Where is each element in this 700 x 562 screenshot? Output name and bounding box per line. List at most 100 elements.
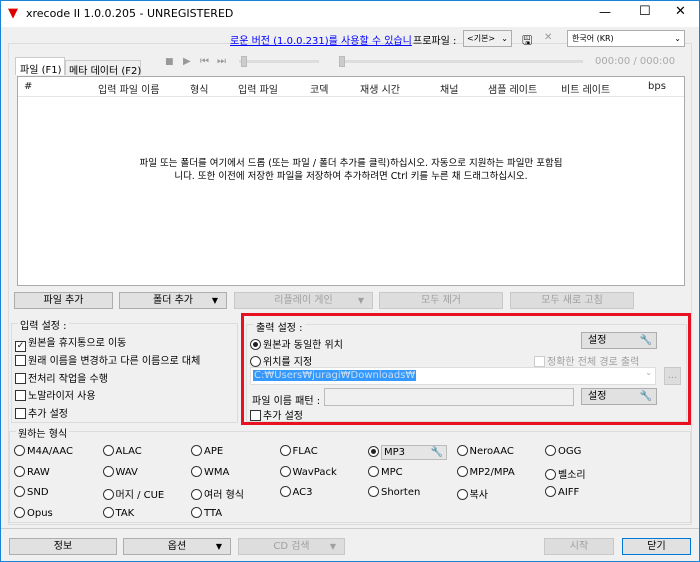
filename-pattern-input[interactable] xyxy=(324,388,574,406)
options-button[interactable]: 옵션 ▼ xyxy=(123,538,231,555)
format-radio-mp3[interactable]: MP3 🔧 xyxy=(368,445,447,460)
column-header[interactable]: 형식 xyxy=(190,81,208,96)
format-radio-wma[interactable]: WMA xyxy=(191,465,229,478)
format-radio-mp2-mpa[interactable]: MP2/MPA xyxy=(456,465,515,478)
radio-icon xyxy=(545,486,556,497)
column-header[interactable]: 입력 파일 이름 xyxy=(98,81,160,96)
format-radio-wavpack[interactable]: WavPack xyxy=(279,465,337,478)
radio-icon xyxy=(368,446,379,457)
output-settings-button[interactable]: 설정 🔧 xyxy=(581,332,657,349)
format-radio--[interactable]: 복사 xyxy=(456,486,488,501)
format-radio-shorten[interactable]: Shorten xyxy=(368,486,420,498)
tab-files[interactable]: 파일 (F1) xyxy=(15,57,65,76)
format-radio-tta[interactable]: TTA xyxy=(191,506,222,519)
minimize-button[interactable]: — xyxy=(599,5,611,19)
wrench-icon: 🔧 xyxy=(639,335,652,346)
tab-metadata[interactable]: 메타 데이터 (F2) xyxy=(65,60,141,77)
mp3-settings-button[interactable]: MP3 🔧 xyxy=(381,445,447,460)
next-icon[interactable]: ⏭ xyxy=(217,56,226,67)
format-radio-flac[interactable]: FLAC xyxy=(279,445,318,457)
browse-button: ... xyxy=(664,367,681,385)
normalizer-checkbox[interactable]: 노말라이저 사용 xyxy=(15,387,96,402)
radio-icon xyxy=(250,339,261,350)
previous-icon[interactable]: ⏮ xyxy=(200,56,209,67)
radio-icon xyxy=(279,465,291,477)
column-header[interactable]: bps xyxy=(648,81,666,92)
format-radio-aiff[interactable]: AIFF xyxy=(545,486,579,498)
format-radio-alac[interactable]: ALAC xyxy=(102,445,142,457)
move-to-trash-checkbox[interactable]: ✓ 원본을 휴지통으로 이동 xyxy=(15,334,126,352)
format-label: M4A/AAC xyxy=(27,446,73,457)
format-label: FLAC xyxy=(292,446,318,457)
radio-icon xyxy=(102,465,114,477)
specify-location-radio[interactable]: 위치를 지정 xyxy=(250,353,312,368)
format-label: RAW xyxy=(27,466,50,478)
maximize-button[interactable]: ☐ xyxy=(639,4,651,19)
same-location-radio[interactable]: 원본과 동일한 위치 xyxy=(250,336,343,351)
save-icon[interactable]: 🖫 xyxy=(522,31,532,52)
column-header[interactable]: 코덱 xyxy=(310,81,328,96)
input-settings-group: 입력 설정 : ✓ 원본을 휴지통으로 이동 원래 이름을 변경하고 다른 이름으… xyxy=(11,317,238,423)
column-header[interactable]: 비트 레이트 xyxy=(561,81,610,96)
column-header[interactable]: 재생 시간 xyxy=(360,81,400,96)
format-label: 머지 / CUE xyxy=(115,490,165,501)
update-link[interactable]: 로운 버전 (1.0.0.231)를 사용할 수 있습니 xyxy=(230,32,412,47)
stop-icon[interactable]: ■ xyxy=(165,57,174,67)
format-radio-ac3[interactable]: AC3 xyxy=(279,486,313,498)
file-list[interactable]: # 입력 파일 이름 형식 입력 파일 코덱 재생 시간 채널 샘플 레이트 비… xyxy=(17,76,685,286)
output-extra-settings-checkbox[interactable]: 추가 설정 xyxy=(250,407,303,422)
close-button[interactable]: 닫기 xyxy=(622,538,691,555)
full-path-checkbox: 정확한 전체 경로 출력 xyxy=(534,353,639,368)
format-radio-ogg[interactable]: OGG xyxy=(545,445,581,457)
format-label: NeroAAC xyxy=(469,446,514,457)
language-select[interactable]: 한국어 (KR) ⌄ xyxy=(567,30,685,47)
checkbox-icon: ✓ xyxy=(15,341,26,352)
format-radio-tak[interactable]: TAK xyxy=(102,506,134,519)
column-header[interactable]: 입력 파일 xyxy=(238,81,278,96)
empty-message-line: 파일 또는 폴더를 여기에서 드롭 (또는 파일 / 폴더 추가를 클릭)하십시… xyxy=(139,158,563,169)
column-header[interactable]: 샘플 레이트 xyxy=(488,81,537,96)
volume-thumb[interactable] xyxy=(241,56,247,67)
format-radio--cue[interactable]: 머지 / CUE xyxy=(102,486,165,501)
format-radio-opus[interactable]: Opus xyxy=(14,506,53,519)
add-file-button[interactable]: 파일 추가 xyxy=(14,292,113,309)
format-radio--[interactable]: 벨소리 xyxy=(545,466,586,481)
format-radio-m4a-aac[interactable]: M4A/AAC xyxy=(14,445,73,457)
add-folder-button[interactable]: 폴더 추가 ▼ xyxy=(119,292,227,309)
checkbox-icon xyxy=(15,408,26,419)
delete-profile-button[interactable]: ✕ xyxy=(544,32,552,43)
format-label: MPC xyxy=(381,466,403,478)
format-radio-wav[interactable]: WAV xyxy=(102,465,138,478)
seek-thumb[interactable] xyxy=(339,56,345,67)
pattern-settings-button[interactable]: 설정 🔧 xyxy=(581,388,657,405)
seek-slider[interactable] xyxy=(339,56,583,67)
format-radio-mpc[interactable]: MPC xyxy=(368,465,403,478)
chevron-down-icon: ⌄ xyxy=(645,368,652,377)
info-button[interactable]: 정보 xyxy=(9,538,117,555)
format-label: Shorten xyxy=(381,487,421,498)
format-radio-snd[interactable]: SND xyxy=(14,486,49,498)
format-radio-ape[interactable]: APE xyxy=(191,445,223,457)
time-display: 000:00 / 000:00 xyxy=(595,56,676,67)
caret-down-icon: ▼ xyxy=(329,542,336,551)
profile-select[interactable]: <기본> ⌄ xyxy=(463,30,512,47)
format-radio-neroaac[interactable]: NeroAAC xyxy=(456,445,514,457)
profile-label: 프로파일 : xyxy=(413,36,457,47)
play-icon[interactable]: ▶ xyxy=(183,56,191,67)
rename-original-checkbox[interactable]: 원래 이름을 변경하고 다른 이름으로 대체 xyxy=(15,352,200,367)
volume-slider[interactable] xyxy=(239,56,319,67)
empty-message-line: 니다. 또한 이전에 저장한 파일을 저장하여 추가하려면 Ctrl 키를 누른… xyxy=(174,171,528,182)
wrench-icon: 🔧 xyxy=(639,391,652,402)
column-header[interactable]: # xyxy=(24,81,32,92)
format-radio-raw[interactable]: RAW xyxy=(14,465,50,478)
format-label: MP2/MPA xyxy=(469,466,515,478)
format-radio--[interactable]: 여러 형식 xyxy=(191,486,244,501)
preprocess-checkbox[interactable]: 전처리 작업을 수행 xyxy=(15,370,108,385)
caret-down-icon: ▼ xyxy=(211,296,218,305)
output-path-combo[interactable]: C:₩Users₩juragi₩Downloads₩ ⌄ xyxy=(250,367,656,385)
close-window-button[interactable]: ✕ xyxy=(675,4,686,19)
checkbox-icon xyxy=(534,356,545,367)
button-label: 설정 xyxy=(588,335,607,346)
column-header[interactable]: 채널 xyxy=(440,81,458,96)
input-extra-settings-checkbox[interactable]: 추가 설정 xyxy=(15,405,68,420)
